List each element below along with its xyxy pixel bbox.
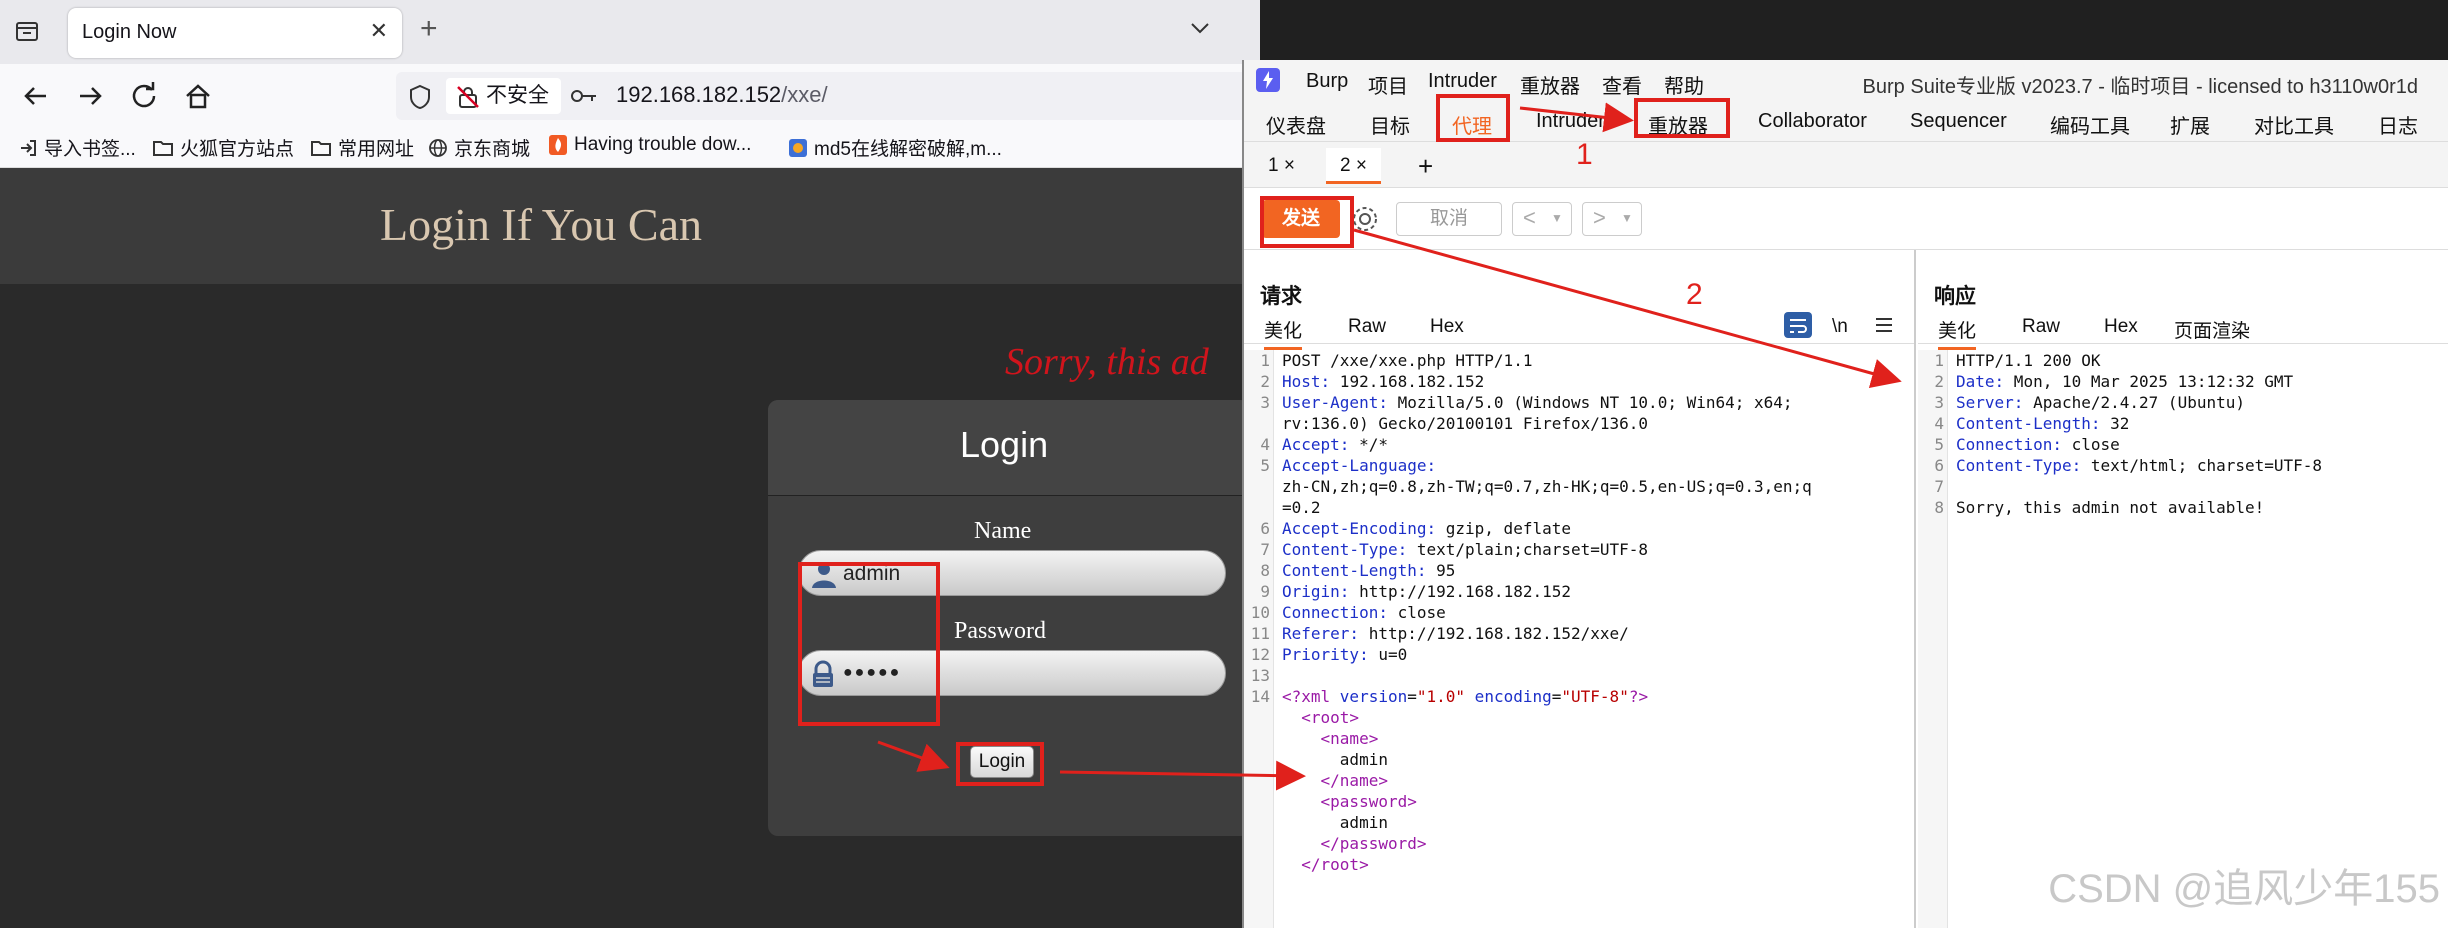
screenshot-root: Login Now ✕ + 不安全 192.168.182.152/xxe/ 导… — [0, 0, 2448, 928]
arrow-to-login — [877, 740, 950, 772]
arrow-login-to-body — [1059, 760, 1306, 791]
arrow-proxy-to-repeater — [1519, 102, 1634, 133]
arrow-send-to-response — [1353, 228, 1902, 389]
annotation-arrows — [877, 102, 1902, 791]
